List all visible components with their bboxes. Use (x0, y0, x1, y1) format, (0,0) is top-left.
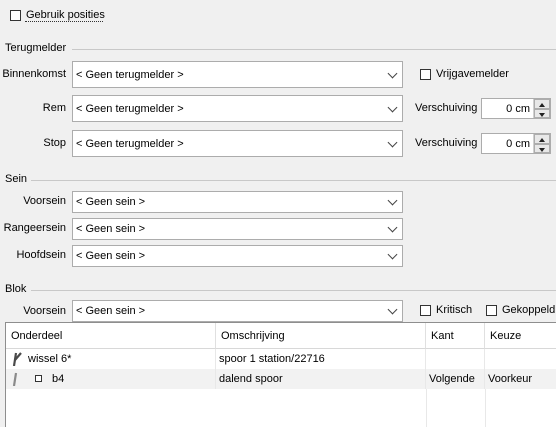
switch-icon (12, 352, 22, 366)
rem-label: Rem (42, 102, 66, 114)
chevron-down-icon (387, 102, 398, 112)
column-header-kant[interactable]: Kant (426, 323, 485, 349)
column-divider (426, 389, 427, 427)
section-sein: Sein (5, 173, 28, 185)
arrow-down-icon (539, 147, 545, 152)
chevron-down-icon (387, 249, 398, 260)
stop-label: Stop (43, 137, 66, 149)
binnenkomst-label: Binnenkomst (2, 68, 66, 80)
section-blok: Blok (5, 283, 27, 295)
rem-shift-value: 0 cm (506, 102, 530, 115)
column-header-omschrijving[interactable]: Omschrijving (216, 323, 426, 349)
stop-dropdown[interactable]: < Geen terugmelder > (72, 130, 403, 157)
rem-value: < Geen terugmelder > (76, 102, 184, 115)
section-divider (72, 49, 556, 50)
column-header-keuze[interactable]: Keuze (485, 323, 556, 349)
cell-kant: Volgende (426, 369, 485, 389)
vrijgave-checkbox[interactable] (420, 69, 431, 80)
chevron-down-icon (387, 195, 398, 206)
stop-shift-input[interactable]: 0 cm (481, 133, 551, 154)
spin-up-button[interactable] (534, 134, 550, 144)
cell-onderdeel-text: wissel 6* (28, 353, 72, 365)
gekoppeld-checkbox[interactable] (486, 305, 497, 316)
binnenkomst-dropdown[interactable]: < Geen terugmelder > (72, 61, 403, 88)
rem-shift-input[interactable]: 0 cm (481, 98, 551, 119)
rem-dropdown[interactable]: < Geen terugmelder > (72, 95, 403, 122)
column-header-onderdeel[interactable]: Onderdeel (6, 323, 216, 349)
arrow-up-icon (539, 103, 545, 107)
kritisch-label[interactable]: Kritisch (436, 304, 472, 317)
cell-keuze (485, 349, 556, 369)
kritisch-checkbox[interactable] (420, 305, 431, 316)
stop-value: < Geen terugmelder > (76, 137, 184, 150)
blok-voorsein-label: Voorsein (23, 305, 66, 317)
blok-voorsein-dropdown[interactable]: < Geen sein > (72, 300, 403, 322)
stop-shift-label: Verschuiving (415, 137, 478, 149)
hoofdsein-value: < Geen sein > (76, 250, 146, 262)
arrow-up-icon (539, 138, 545, 142)
spin-up-button[interactable] (534, 99, 550, 109)
use-positions-checkbox[interactable] (10, 10, 21, 21)
spin-down-button[interactable] (534, 143, 550, 153)
vrijgave-label[interactable]: Vrijgavemelder (436, 68, 509, 81)
cell-omschrijving: spoor 1 station/22716 (216, 349, 426, 369)
chevron-down-icon (387, 137, 398, 147)
hoofdsein-label: Hoofdsein (16, 249, 66, 261)
sein-voorsein-label: Voorsein (23, 195, 66, 207)
rangeersein-label: Rangeersein (3, 222, 66, 234)
blok-voorsein-value: < Geen sein > (76, 305, 146, 317)
cell-onderdeel: wissel 6* (6, 349, 216, 369)
table-row[interactable]: wissel 6* spoor 1 station/22716 (6, 349, 556, 369)
stop-shift-value: 0 cm (506, 137, 530, 150)
track-icon (12, 372, 18, 386)
section-divider (31, 180, 556, 181)
table-row[interactable]: b4 dalend spoor Volgende Voorkeur (6, 369, 556, 389)
route-parts-table[interactable]: Onderdeel Omschrijving Kant Keuze wissel… (5, 322, 556, 427)
rangeersein-dropdown[interactable]: < Geen sein > (72, 218, 403, 240)
block-icon (35, 375, 42, 382)
spin-down-button[interactable] (534, 108, 550, 118)
column-divider (485, 389, 486, 427)
cell-omschrijving: dalend spoor (216, 369, 426, 389)
cell-onderdeel: b4 (6, 369, 216, 389)
arrow-down-icon (539, 112, 545, 117)
sein-voorsein-dropdown[interactable]: < Geen sein > (72, 191, 403, 213)
focus-underline (25, 21, 103, 22)
cell-keuze: Voorkeur (485, 369, 556, 389)
chevron-down-icon (387, 304, 398, 315)
rangeersein-value: < Geen sein > (76, 223, 146, 235)
binnenkomst-value: < Geen terugmelder > (76, 68, 184, 81)
rem-shift-label: Verschuiving (415, 102, 478, 114)
chevron-down-icon (387, 68, 398, 78)
cell-onderdeel-text: b4 (52, 373, 65, 385)
cell-kant (426, 349, 485, 369)
chevron-down-icon (387, 222, 398, 233)
section-divider (31, 290, 556, 291)
section-terugmelder: Terugmelder (5, 42, 67, 54)
sein-voorsein-value: < Geen sein > (76, 196, 146, 208)
gekoppeld-label[interactable]: Gekoppeld (502, 304, 555, 317)
hoofdsein-dropdown[interactable]: < Geen sein > (72, 245, 403, 267)
